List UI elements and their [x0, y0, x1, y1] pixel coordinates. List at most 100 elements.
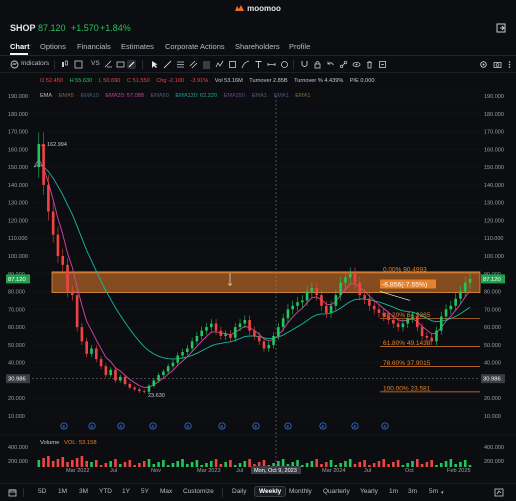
- candle-body: [162, 371, 165, 376]
- candle-body: [463, 282, 467, 292]
- volume-bar: [166, 465, 170, 467]
- candle-body: [47, 184, 50, 212]
- volume-bar: [162, 460, 165, 467]
- volume-bar: [243, 461, 247, 467]
- volume-bar: [411, 461, 414, 467]
- period-quarterly[interactable]: Quarterly: [323, 488, 350, 495]
- x-tick-label: Mar 2023: [197, 468, 221, 474]
- period-monthly[interactable]: Monthly: [289, 488, 312, 495]
- range-ytd[interactable]: YTD: [99, 488, 112, 495]
- volume-bar: [186, 464, 189, 467]
- y-tick-label-left: 120.000: [8, 218, 28, 224]
- volume-bar: [368, 465, 371, 467]
- earnings-marker-letter: E: [221, 424, 224, 429]
- period-yearly[interactable]: Yearly: [360, 488, 378, 495]
- volume-bar: [435, 465, 438, 467]
- candle-body: [387, 316, 390, 320]
- period-weekly[interactable]: Weekly: [254, 486, 287, 497]
- range-max[interactable]: Max: [160, 488, 172, 495]
- candle-body: [104, 366, 108, 376]
- volume-bar: [229, 460, 232, 467]
- candle-body: [315, 288, 318, 296]
- range-1y[interactable]: 1Y: [122, 488, 130, 495]
- volume-bar: [320, 464, 323, 467]
- x-tick-label: Jul: [236, 468, 243, 474]
- earnings-marker-letter: E: [354, 424, 357, 429]
- candle-body: [420, 327, 424, 336]
- volume-bar: [109, 461, 112, 467]
- volume-bar: [329, 460, 333, 467]
- candle-body: [377, 309, 381, 313]
- volume-bar: [353, 464, 357, 467]
- volume-bar: [114, 459, 117, 467]
- range-3m[interactable]: 3M: [79, 488, 88, 495]
- candle-body: [382, 312, 386, 317]
- candle-body: [114, 369, 117, 381]
- y-tick-label-right: 160.000: [484, 147, 504, 153]
- volume-bar: [449, 459, 453, 467]
- volume-bar: [334, 465, 338, 467]
- price-chart[interactable]: 190.000 190.000 180.000 180.000 170.000 170.0…: [0, 0, 516, 483]
- range-1m[interactable]: 1M: [58, 488, 67, 495]
- y-tick-label-left: 10.000: [8, 414, 25, 420]
- candle-body: [310, 288, 314, 292]
- y-tick-label-left: 50.000: [8, 343, 25, 349]
- x-tick-label: Oct: [405, 468, 414, 474]
- volume-bar: [420, 464, 424, 467]
- volume-bar: [56, 459, 60, 467]
- period-dropdown-arrow-icon[interactable]: ▾: [441, 490, 444, 496]
- candle-body: [468, 278, 472, 283]
- volume-bar: [47, 456, 50, 467]
- volume-bar: [406, 463, 410, 467]
- candle-body: [372, 305, 376, 310]
- chart-settings-icon[interactable]: [494, 488, 504, 497]
- period-daily[interactable]: Daily: [232, 488, 246, 495]
- y-tick-label-left: 110.000: [8, 236, 27, 242]
- candle-body: [339, 282, 342, 296]
- crosshair-price-label-right: 30.986: [483, 377, 501, 383]
- volume-bar: [305, 463, 309, 467]
- candle-body: [243, 320, 247, 324]
- candle-body: [320, 295, 323, 306]
- range-customize[interactable]: Customize: [183, 488, 214, 495]
- bar-divider: [23, 488, 24, 497]
- candle-body: [190, 341, 194, 349]
- volume-bar: [382, 459, 386, 467]
- range-5y[interactable]: 5Y: [141, 488, 149, 495]
- candle-body: [296, 302, 299, 306]
- volume-bar: [142, 461, 146, 467]
- y-tick-label-left: 80.000: [8, 290, 25, 296]
- y-tick-label-left: 170.000: [8, 130, 28, 136]
- candle-body: [75, 295, 79, 328]
- volume-bar: [415, 459, 419, 467]
- candle-body: [334, 295, 338, 306]
- volume-bar: [128, 460, 132, 467]
- volume-bar: [459, 462, 462, 467]
- x-tick-label: Jul: [364, 468, 371, 474]
- volume-bar: [372, 463, 376, 467]
- candle-body: [109, 369, 112, 376]
- volume-title: Volume: [40, 440, 59, 446]
- candle-body: [363, 295, 366, 299]
- fib-level-label: 100.00% 23.581: [383, 385, 431, 392]
- volume-value: VOL: 53.158: [64, 440, 97, 446]
- period-3m[interactable]: 3m: [408, 488, 417, 495]
- period-1m[interactable]: 1m: [389, 488, 398, 495]
- volume-bar: [209, 461, 213, 467]
- volume-bar: [224, 462, 227, 467]
- volume-bar: [401, 465, 405, 467]
- candle-body: [233, 327, 237, 338]
- range-5d[interactable]: 5D: [38, 488, 46, 495]
- candle-body: [439, 316, 443, 331]
- y-tick-label-right: 170.000: [484, 130, 504, 136]
- earnings-marker-letter: E: [91, 424, 94, 429]
- y-tick-label-left: 60.000: [8, 325, 25, 331]
- volume-tick-left: 200.000: [8, 459, 28, 465]
- period-5m[interactable]: 5m: [429, 488, 438, 495]
- y-tick-label-left: 100.000: [8, 254, 28, 260]
- calendar-icon[interactable]: [8, 488, 17, 497]
- volume-bar: [133, 465, 136, 467]
- candle-body: [305, 291, 309, 301]
- candle-body: [257, 336, 261, 342]
- candle-body: [401, 323, 405, 328]
